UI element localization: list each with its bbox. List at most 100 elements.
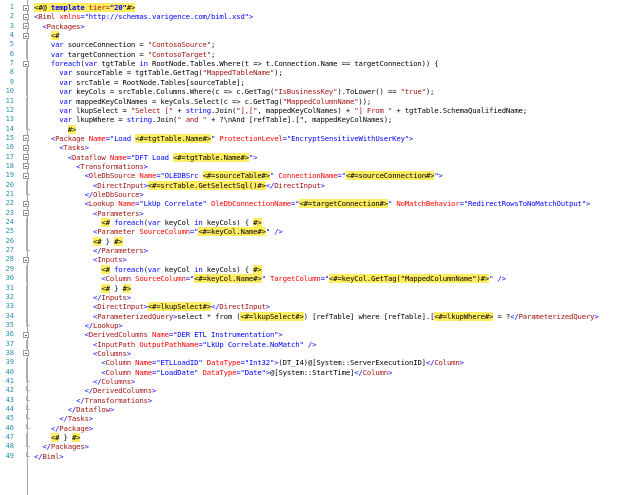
code-line[interactable]: 10 var keyCols = srcTable.Columns.Where(… [0,87,624,97]
code-token: Column [105,274,131,284]
code-line[interactable]: 6 var targetConnection = "ContosoTarget"… [0,49,624,60]
code-token: "],[" [236,105,258,115]
code-line[interactable]: 14 #> [0,124,624,134]
code-line[interactable]: 13 var lkupWhere = string.Join(" and " +… [0,115,624,125]
code-line[interactable]: 15 <Package Name="Load <#=tgtTable.Name#… [0,133,624,143]
code-line[interactable]: 24 <# foreach(var keyCol in keyCols) { #… [0,218,624,228]
code-line[interactable]: 25 <Parameter SourceColumn="<#=keyCol.Na… [0,227,624,237]
code-line[interactable]: 45 </Tasks> [0,414,624,423]
code-line[interactable]: 17 <Dataflow Name="DFT Load <#=tgtTable.… [0,152,624,162]
collapse-toggle-icon[interactable] [22,59,31,68]
code-editor[interactable]: 1 <#@ template tier="20"#> 2 <Biml xmlns="h… [0,0,624,495]
collapse-toggle-icon[interactable] [22,330,31,339]
fold-guide [22,227,31,237]
code-line[interactable]: 34 <ParameterizedQuery>select * from (<#… [0,311,624,321]
code-line[interactable]: 12 var lkupSelect = "Select [" + string.… [0,105,624,116]
code-token: </ [265,180,275,190]
fold-end-marker [22,395,31,405]
code-line[interactable]: 5 var sourceConnection = "ContosoSource"… [0,40,624,50]
code-line[interactable]: 9 var srcTable = RootNode.Tables[sourceT… [0,77,624,88]
code-line[interactable]: 31 <# } #> [0,283,624,293]
collapse-toggle-icon[interactable] [22,143,31,152]
code-token: DerivedColumns [93,386,152,396]
code-line[interactable]: 40 <Column Name="LoadDate" DataType="Dat… [0,367,624,377]
code-text: var srcTable = RootNode.Tables[sourceTab… [34,78,245,87]
code-line[interactable]: 28 <Inputs> [0,255,624,264]
code-token: select * from ( [177,311,241,321]
code-line[interactable]: 2 <Biml xmlns="http://schemas.varigence.c… [0,12,624,21]
code-token: Parameters [97,208,140,218]
code-line[interactable]: 49 </Biml> [0,451,624,461]
code-token: var [59,68,72,78]
code-token: Parameters [101,246,144,256]
code-line[interactable]: 26 <# } #> [0,236,624,247]
code-line[interactable]: 23 <Parameters> [0,209,624,218]
collapse-toggle-icon[interactable] [22,3,31,12]
code-line[interactable]: 42 </DerivedColumns> [0,386,624,395]
collapse-toggle-icon[interactable] [22,171,31,180]
collapse-toggle-icon[interactable] [22,209,31,218]
code-line[interactable]: 3 <Packages> [0,22,624,31]
collapse-toggle-icon[interactable] [22,199,31,208]
code-line[interactable]: 33 <DirectInput><#=lkupSelect#></DirectI… [0,302,624,312]
code-line[interactable]: 46 </Package> [0,423,624,433]
code-line[interactable]: 21 </OleDbSource> [0,190,624,199]
code-token: foreach [50,59,81,69]
code-line[interactable]: 19 <OleDbSource Name="OLEDBSrc <#=source… [0,171,624,181]
code-line[interactable]: 29 <# foreach(var keyCol in keyCols) { #… [0,264,624,275]
code-line[interactable]: 39 <Column Name="ETLLoadID" DataType="In… [0,358,624,368]
code-line[interactable]: 4 <# [0,31,624,41]
code-token: lkupWhere = [71,115,127,125]
code-token: > [459,358,464,368]
code-token: </ [59,414,68,424]
code-line[interactable]: 1 <#@ template tier="20"#> [0,3,624,12]
code-token: "> [248,152,258,162]
collapse-toggle-icon[interactable] [22,153,31,162]
collapse-toggle-icon[interactable] [22,162,31,171]
code-line[interactable]: 18 <Transformations> [0,162,624,171]
code-line[interactable]: 16 <Tasks> [0,143,624,152]
code-token: } [59,433,72,443]
code-line[interactable]: 20 <DirectInput><#=srcTable.GetSelectSql… [0,180,624,190]
code-line[interactable]: 30 <Column SourceColumn="<#=keyCol.Name#… [0,274,624,284]
code-line[interactable]: 37 <InputPath OutputPathName="LkUp Corre… [0,339,624,349]
code-token: Columns [97,348,127,358]
collapse-toggle-icon[interactable] [22,22,31,31]
fold-end-marker [22,451,31,461]
code-line[interactable]: 32 </Inputs> [0,292,624,303]
code-line[interactable]: 38 <Columns> [0,349,624,358]
fold-guide [22,433,31,443]
code-token: keyCol [160,264,195,274]
code-line[interactable]: 7 foreach(var tgtTable in RootNode.Table… [0,59,624,68]
code-line[interactable]: 47 <# } #> [0,433,624,443]
code-token: keyCol [160,218,195,228]
code-token: ConnectionName [274,171,338,181]
code-line[interactable]: 36 <DerivedColumns Name="DER ETL Instrum… [0,330,624,339]
code-line[interactable]: 35 </Lookup> [0,320,624,330]
collapse-toggle-icon[interactable] [22,134,31,143]
code-token: InputPath [97,339,136,349]
code-line[interactable]: 48 </Packages> [0,442,624,451]
code-token: string [185,105,211,115]
code-line[interactable]: 41 </Columns> [0,377,624,386]
line-number: 17 [5,152,14,161]
collapse-toggle-icon[interactable] [22,255,31,264]
collapse-toggle-icon[interactable] [22,31,31,40]
code-line[interactable]: 43 </Transformations> [0,395,624,405]
code-line[interactable]: 8 var sourceTable = tgtTable.GetTag("Map… [0,68,624,78]
collapse-toggle-icon[interactable] [22,12,31,21]
code-line[interactable]: 22 <Lookup Name="LkUp Correlate" OleDbCo… [0,199,624,209]
code-line[interactable]: 44 </Dataflow> [0,405,624,414]
code-line[interactable]: 11 var mappedKeyColNames = keyCols.Selec… [0,96,624,106]
code-line[interactable]: 27 </Parameters> [0,246,624,255]
collapse-toggle-icon[interactable] [22,349,31,358]
code-text: <Dataflow Name="DFT Load <#=tgtTable.Nam… [34,152,258,162]
code-token: ParameterizedQuery [97,311,174,321]
